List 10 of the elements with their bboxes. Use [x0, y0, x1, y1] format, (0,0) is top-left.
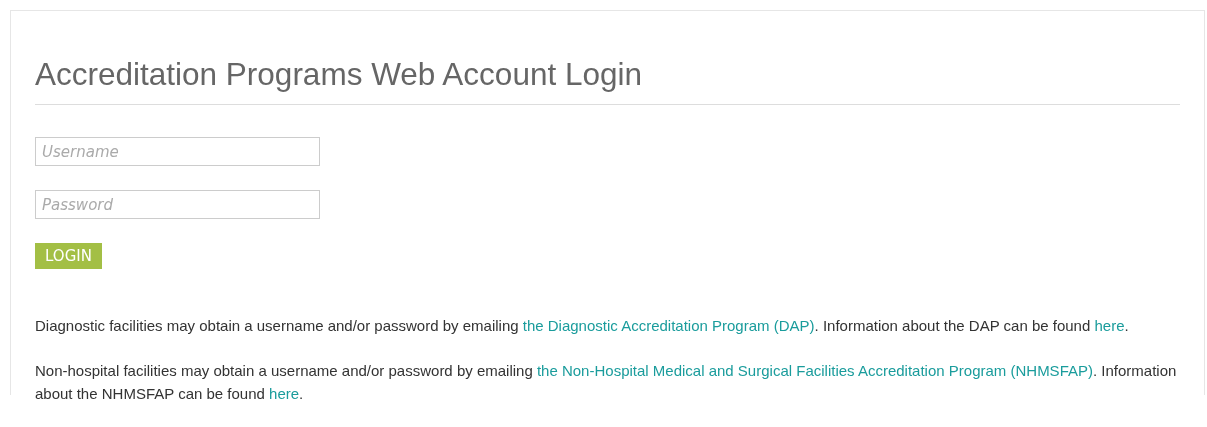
email-link[interactable]: the Non-Hospital Medical and Surgical Facilities Accreditation Program (NHMSFAP)	[536, 362, 1093, 379]
email-link[interactable]: here	[269, 385, 300, 402]
email-link[interactable]: the Diagnostic Accreditation Program (DAP)	[522, 317, 815, 334]
login-button[interactable]: LOGIN	[35, 243, 102, 269]
input-field[interactable]: Username	[35, 137, 320, 166]
email-link[interactable]: here	[1094, 317, 1125, 334]
page-title: Accreditation Programs Web Account Login	[35, 55, 643, 94]
input-field[interactable]: Password	[35, 190, 320, 219]
info-paragraph: Non-hospital facilities may obtain a username and/or password by emailing the Non-Hospital Medical and Surgical Facilities Accreditation Program (NHMSFAP). Information about the NHMSFAP can be found here.	[35, 361, 1178, 404]
info-paragraph: Diagnostic facilities may obtain a username and/or password by emailing the Diagnostic Accreditation Program (DAP). Information about the DAP can be found here.	[35, 316, 1130, 336]
